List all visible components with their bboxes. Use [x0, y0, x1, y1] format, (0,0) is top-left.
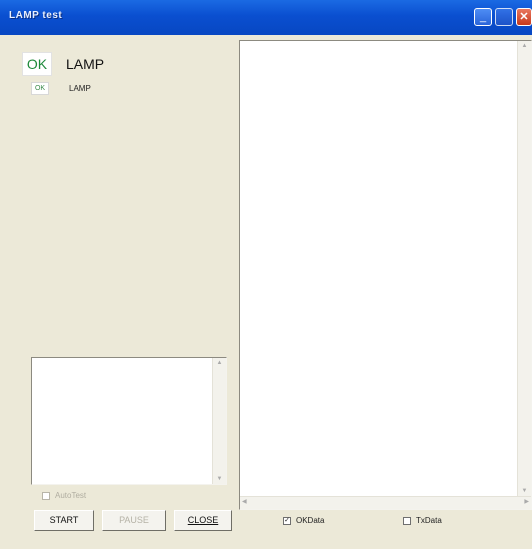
autotest-label: AutoTest: [55, 491, 87, 500]
autotest-checkbox[interactable]: AutoTest: [42, 491, 86, 500]
lamp-label-small: LAMP: [69, 84, 91, 93]
ok-status-badge: OK: [22, 52, 52, 76]
close-icon[interactable]: ✕: [516, 8, 532, 26]
txdata-label: TxData: [416, 516, 442, 525]
lamp-indicator-large: OK LAMP: [22, 52, 104, 76]
okdata-label: OKData: [296, 516, 325, 525]
window-title: LAMP test: [9, 10, 63, 21]
lamp-indicator-small: OK LAMP: [31, 82, 91, 95]
txdata-checkbox[interactable]: TxData: [403, 516, 442, 525]
scroll-down-icon[interactable]: ▼: [213, 476, 226, 482]
start-button[interactable]: START: [34, 510, 94, 531]
lamp-test-window: LAMP test _ ✕ OK LAMP OK LAMP ▲ ▼ ▲ ▼ ◀ …: [0, 0, 532, 549]
checkbox-icon[interactable]: [42, 491, 50, 500]
scroll-up-icon[interactable]: ▲: [213, 360, 226, 366]
okdata-checkbox[interactable]: ✓ OKData: [283, 516, 324, 525]
pause-button[interactable]: PAUSE: [102, 510, 166, 531]
maximize-icon[interactable]: [495, 8, 513, 26]
data-horizontal-scrollbar[interactable]: ◀ ▶: [240, 496, 531, 509]
scroll-right-icon[interactable]: ▶: [524, 498, 529, 505]
minimize-icon[interactable]: _: [474, 8, 492, 26]
checkbox-checked-icon[interactable]: ✓: [283, 516, 291, 525]
scroll-up-icon[interactable]: ▲: [518, 43, 531, 49]
checkbox-icon[interactable]: [403, 516, 411, 525]
log-vertical-scrollbar[interactable]: ▲ ▼: [212, 358, 226, 484]
log-textbox[interactable]: ▲ ▼: [31, 357, 227, 485]
close-button[interactable]: CLOSE: [174, 510, 232, 531]
title-bar[interactable]: LAMP test _ ✕: [0, 0, 532, 35]
scroll-left-icon[interactable]: ◀: [242, 498, 247, 505]
data-vertical-scrollbar[interactable]: ▲ ▼: [517, 41, 531, 496]
lamp-label: LAMP: [66, 56, 105, 72]
data-output-area[interactable]: ▲ ▼ ◀ ▶: [239, 40, 532, 510]
scroll-down-icon[interactable]: ▼: [518, 488, 531, 494]
ok-status-badge-small: OK: [31, 82, 49, 95]
